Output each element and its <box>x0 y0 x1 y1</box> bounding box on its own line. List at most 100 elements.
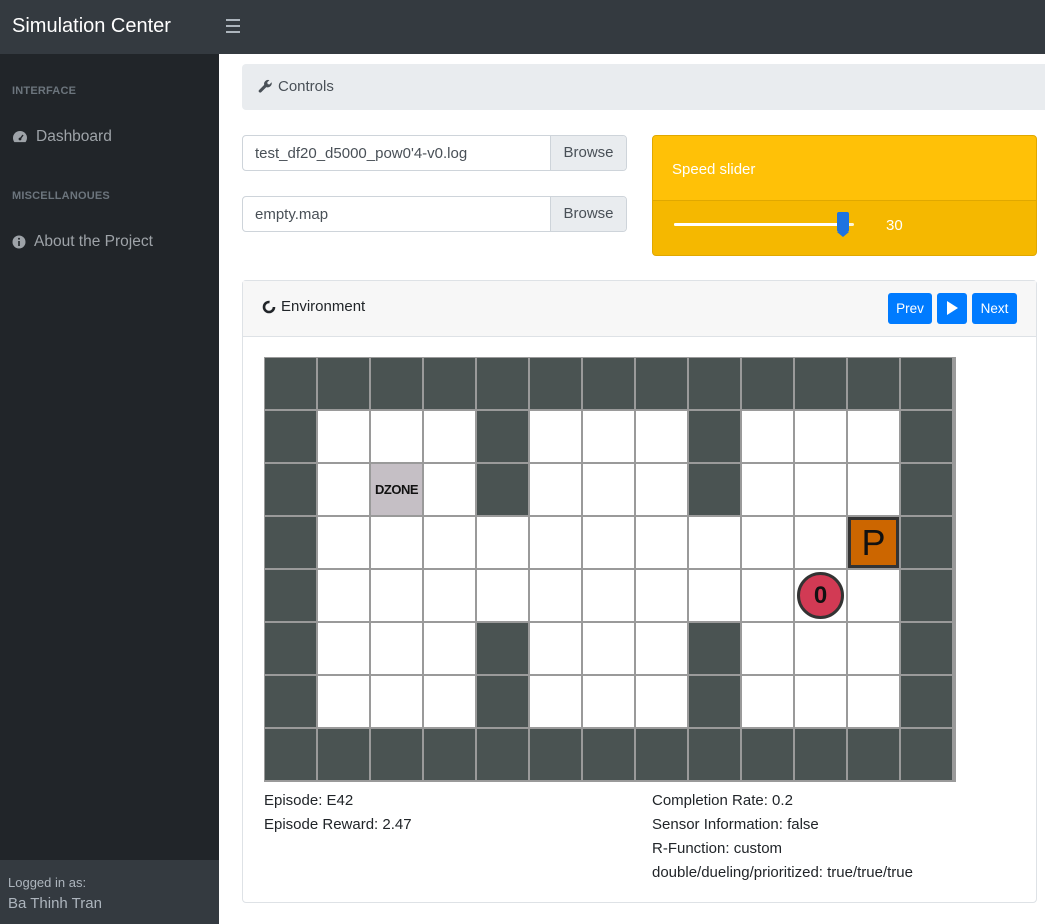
episode-reward-label: Episode Reward: 2.47 <box>264 816 412 833</box>
wall-cell <box>901 676 952 727</box>
map-file-value: empty.map <box>255 206 329 223</box>
speed-card-header: Speed slider <box>653 136 1036 201</box>
environment-grid: DZONE P 0 <box>264 357 956 782</box>
sidebar-item-dashboard[interactable]: Dashboard <box>12 128 112 146</box>
wall-cell <box>477 623 528 674</box>
wall-cell <box>742 358 793 409</box>
wall-cell <box>477 411 528 462</box>
wall-cell <box>689 676 740 727</box>
free-cell <box>424 517 475 568</box>
free-cell <box>636 623 687 674</box>
user-name: Ba Thinh Tran <box>8 895 102 912</box>
wall-cell <box>477 729 528 780</box>
wrench-icon <box>258 79 272 93</box>
speed-value: 30 <box>886 217 903 234</box>
speed-slider-thumb[interactable] <box>837 212 850 237</box>
wall-cell <box>371 729 422 780</box>
wall-cell <box>477 358 528 409</box>
free-cell <box>848 411 899 462</box>
map-file-input[interactable]: empty.map Browse <box>242 196 627 232</box>
wall-cell <box>583 358 634 409</box>
controls-title: Controls <box>278 78 334 95</box>
completion-rate-label: Completion Rate: 0.2 <box>652 792 793 809</box>
free-cell <box>636 411 687 462</box>
free-cell <box>583 464 634 515</box>
hamburger-icon[interactable] <box>226 15 240 35</box>
free-cell <box>636 517 687 568</box>
wall-cell <box>265 517 316 568</box>
free-cell <box>371 411 422 462</box>
wall-cell <box>901 570 952 621</box>
free-cell <box>636 570 687 621</box>
free-cell <box>848 570 899 621</box>
free-cell <box>424 570 475 621</box>
wall-cell <box>265 623 316 674</box>
map-browse-button[interactable]: Browse <box>550 197 626 231</box>
logged-in-label: Logged in as: <box>8 875 87 890</box>
sidebar-item-about[interactable]: About the Project <box>12 233 153 251</box>
speed-slider-track[interactable] <box>674 223 854 226</box>
agent-marker: 0 <box>797 572 844 619</box>
wall-cell <box>795 358 846 409</box>
play-icon <box>947 301 958 315</box>
speed-slider-fill <box>674 223 844 226</box>
prev-button[interactable]: Prev <box>888 293 932 324</box>
episode-label: Episode: E42 <box>264 792 354 809</box>
free-cell <box>583 411 634 462</box>
wall-cell <box>848 729 899 780</box>
wall-cell <box>636 358 687 409</box>
free-cell <box>848 464 899 515</box>
log-file-input[interactable]: test_df20_d5000_pow0'4-v0.log Browse <box>242 135 627 171</box>
free-cell <box>530 464 581 515</box>
sidebar: INTERFACE Dashboard MISCELLANOUES About … <box>0 54 219 924</box>
speed-card: Speed slider 30 <box>652 135 1037 256</box>
stats-left: Episode: E42 Episode Reward: 2.47 <box>264 789 412 837</box>
free-cell <box>318 570 369 621</box>
wall-cell <box>901 623 952 674</box>
wall-cell <box>371 358 422 409</box>
app-title[interactable]: Simulation Center <box>12 15 171 38</box>
free-cell <box>424 676 475 727</box>
wall-cell <box>265 570 316 621</box>
wall-cell <box>424 729 475 780</box>
free-cell <box>795 676 846 727</box>
wall-cell <box>901 729 952 780</box>
dqn-flags-label: double/dueling/prioritized: true/true/tr… <box>652 864 913 881</box>
environment-header: Environment Prev Next <box>243 281 1036 337</box>
free-cell <box>742 623 793 674</box>
sensor-info-label: Sensor Information: false <box>652 816 819 833</box>
stats-right: Completion Rate: 0.2 Sensor Information:… <box>652 789 913 885</box>
free-cell <box>318 464 369 515</box>
wall-cell <box>689 623 740 674</box>
tachometer-icon <box>13 131 27 143</box>
wall-cell <box>477 676 528 727</box>
free-cell <box>318 623 369 674</box>
free-cell <box>848 623 899 674</box>
sidebar-heading-interface: INTERFACE <box>12 85 77 97</box>
free-cell <box>742 676 793 727</box>
free-cell <box>636 464 687 515</box>
log-browse-button[interactable]: Browse <box>550 136 626 170</box>
free-cell <box>583 623 634 674</box>
wall-cell <box>318 729 369 780</box>
wall-cell <box>318 358 369 409</box>
free-cell <box>583 570 634 621</box>
dzone-cell: DZONE <box>371 464 422 515</box>
free-cell <box>318 411 369 462</box>
free-cell <box>795 464 846 515</box>
wall-cell <box>901 358 952 409</box>
speed-title: Speed slider <box>672 161 756 178</box>
log-file-value: test_df20_d5000_pow0'4-v0.log <box>255 145 468 162</box>
free-cell <box>742 464 793 515</box>
free-cell <box>477 570 528 621</box>
free-cell <box>318 517 369 568</box>
environment-card: Environment Prev Next DZONE P 0 Episode: E… <box>242 280 1037 903</box>
free-cell <box>742 411 793 462</box>
free-cell <box>583 517 634 568</box>
next-button[interactable]: Next <box>972 293 1017 324</box>
play-button[interactable] <box>937 293 967 324</box>
free-cell <box>848 676 899 727</box>
wall-cell <box>795 729 846 780</box>
wall-cell <box>265 676 316 727</box>
wall-cell <box>689 464 740 515</box>
